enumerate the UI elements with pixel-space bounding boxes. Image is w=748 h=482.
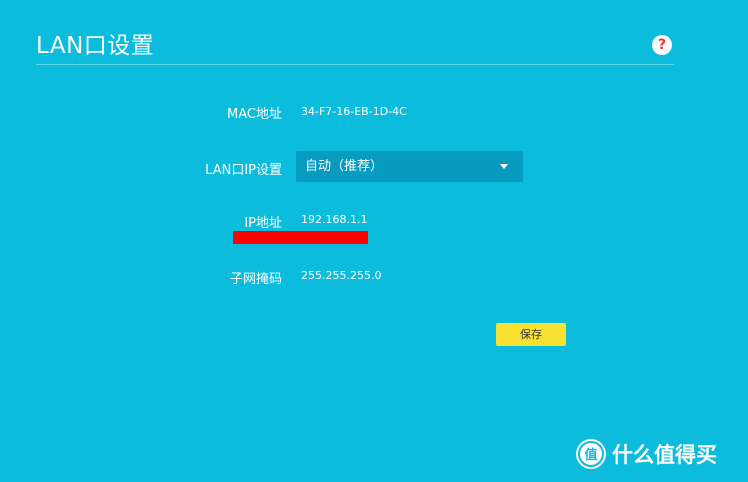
- svg-text:值: 值: [584, 447, 597, 463]
- mac-address-value: 34-F7-16-EB-1D-4C: [301, 105, 407, 118]
- redaction-bar: [233, 231, 368, 244]
- save-button[interactable]: 保存: [496, 323, 566, 346]
- help-icon[interactable]: ?: [652, 35, 672, 55]
- ip-address-label: IP地址: [244, 216, 282, 231]
- page-title: LAN口设置: [36, 33, 155, 59]
- lan-ip-setting-label: LAN口IP设置: [205, 163, 282, 178]
- ip-address-value: 192.168.1.1: [301, 213, 368, 226]
- subnet-mask-label: 子网掩码: [229, 272, 282, 287]
- title-divider: [36, 64, 674, 65]
- lan-ip-setting-select[interactable]: 自动（推荐）: [296, 151, 523, 182]
- subnet-mask-value: 255.255.255.0: [301, 269, 382, 282]
- watermark: 值 什么值得买: [576, 438, 717, 470]
- mac-address-label: MAC地址: [227, 107, 282, 122]
- smzdm-logo-icon: 值: [576, 439, 606, 469]
- lan-ip-setting-selected-value: 自动（推荐）: [305, 159, 384, 174]
- chevron-down-icon: [500, 164, 508, 169]
- watermark-text: 什么值得买: [612, 443, 717, 467]
